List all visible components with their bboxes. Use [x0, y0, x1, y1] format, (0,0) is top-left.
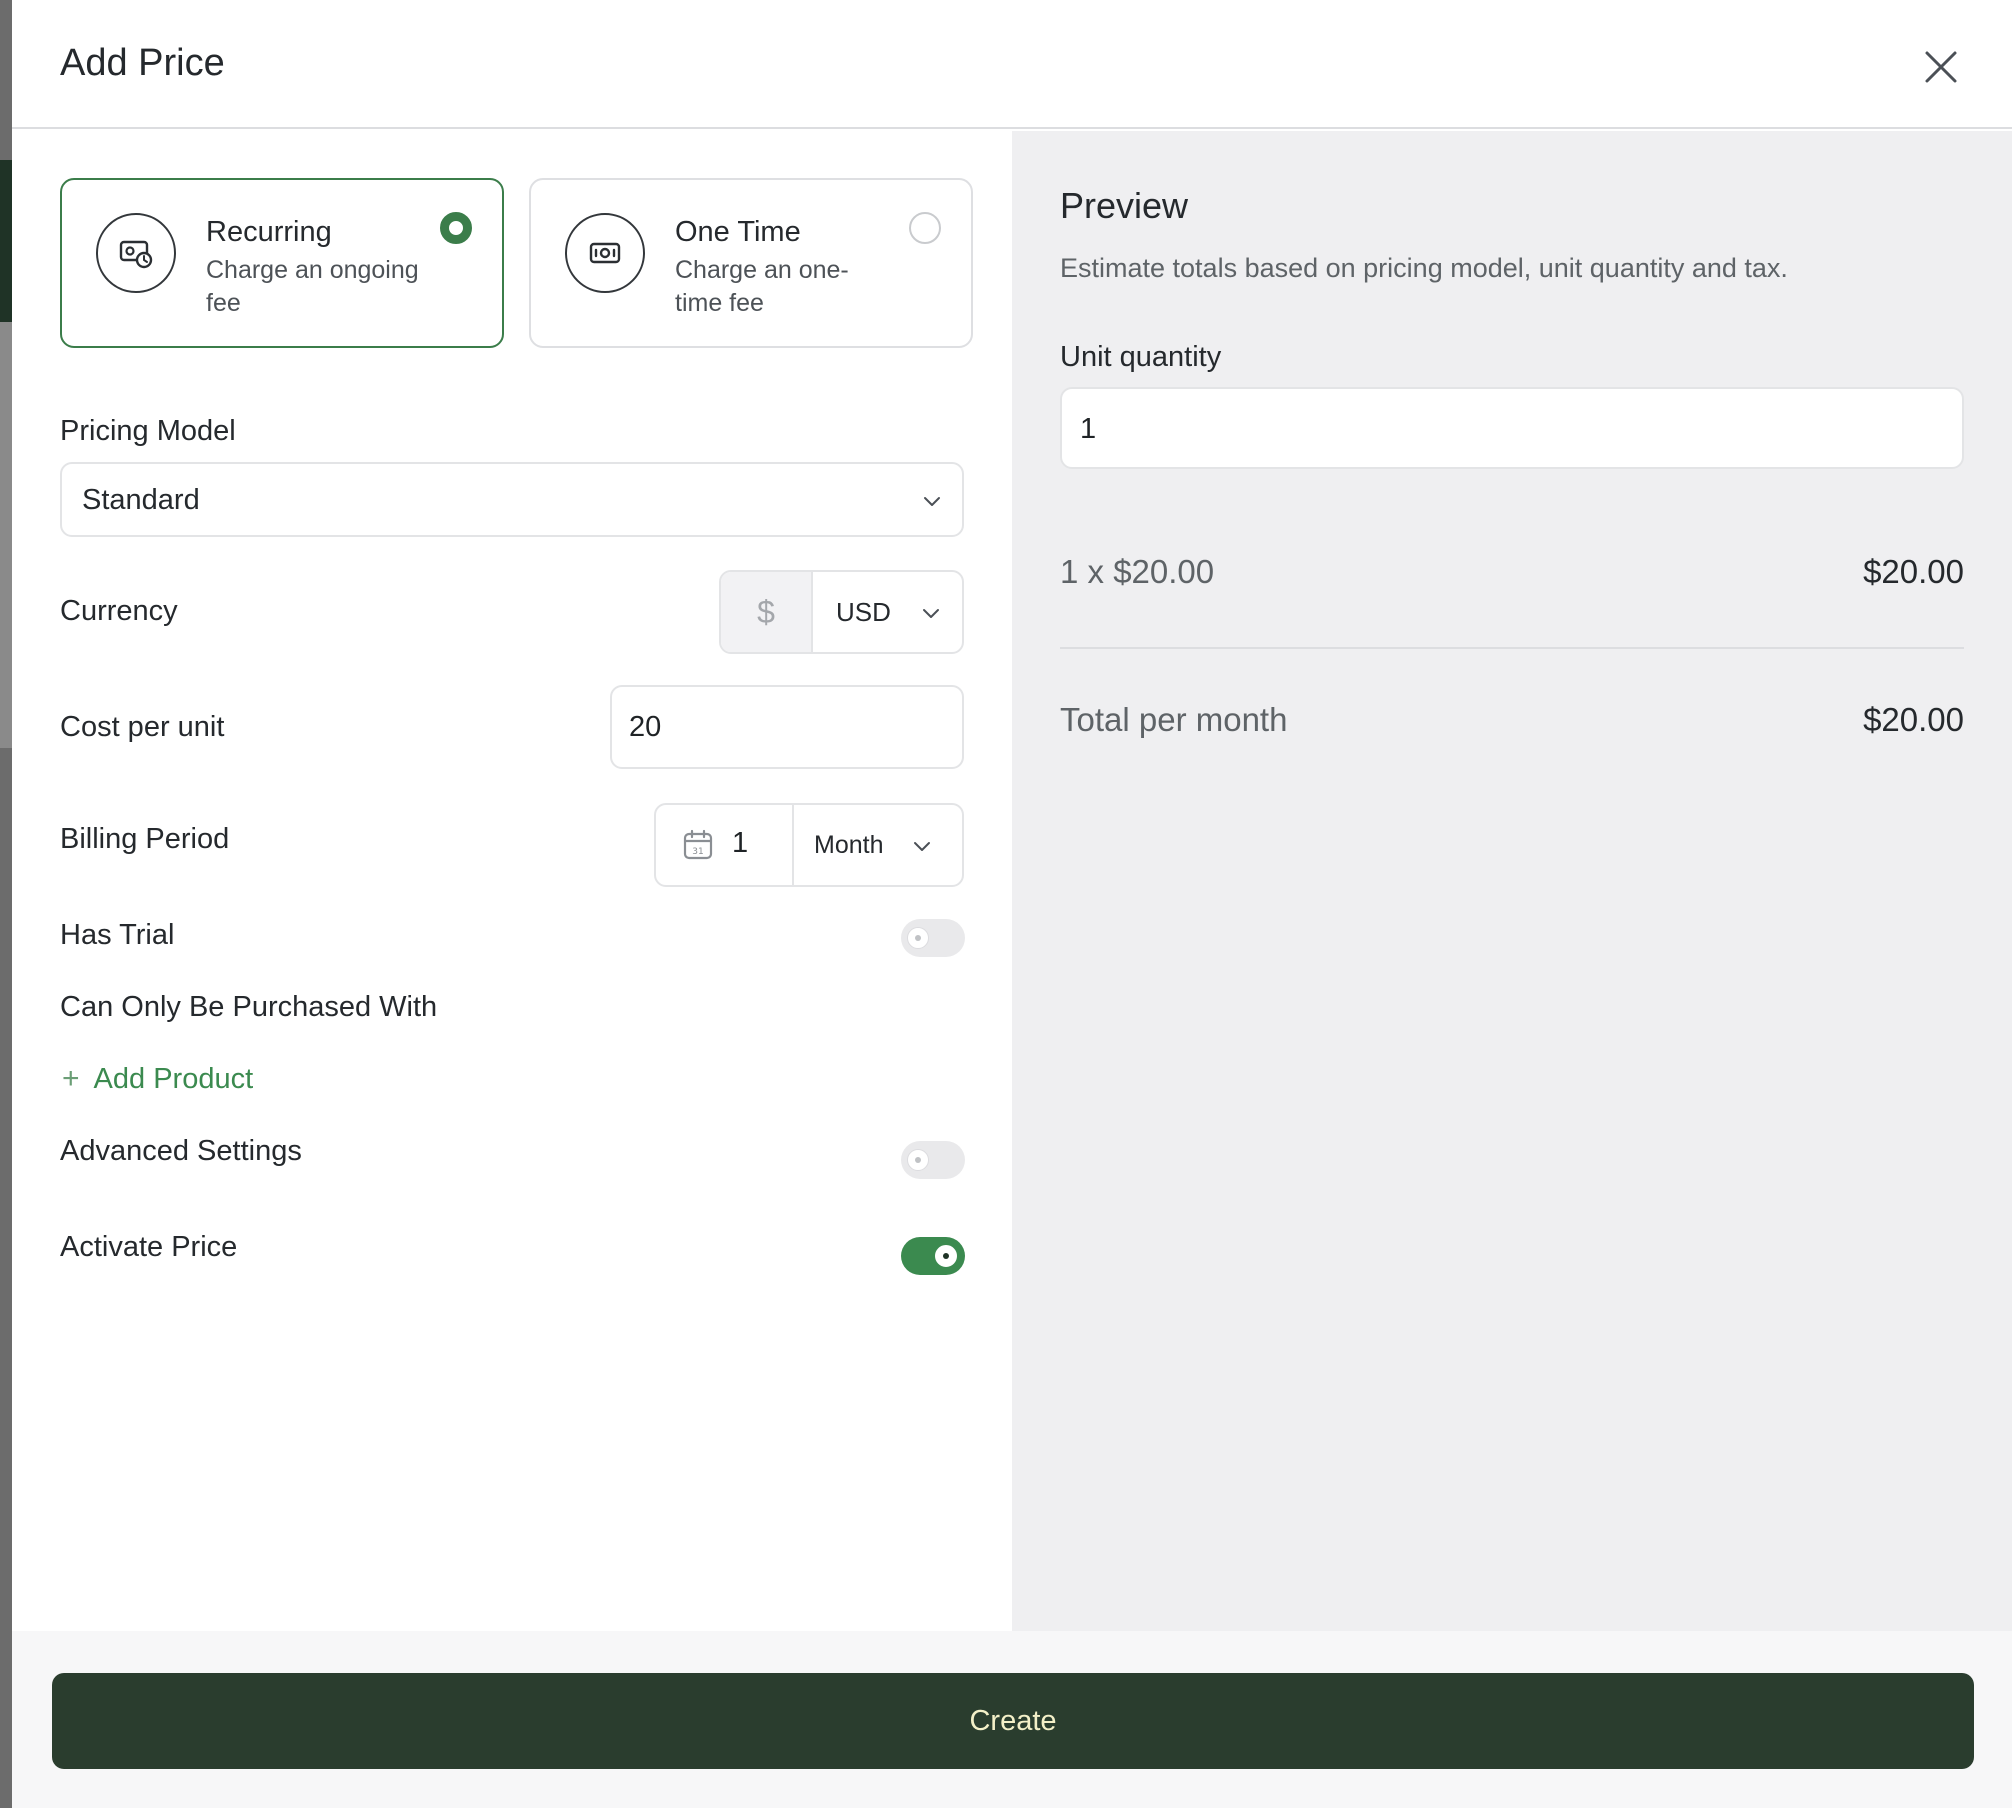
toggle-knob: [935, 1245, 957, 1267]
calendar-icon: 31: [683, 829, 713, 860]
price-type-recurring[interactable]: Recurring Charge an ongoing fee: [60, 178, 504, 348]
close-button[interactable]: [1914, 40, 1968, 94]
plus-icon: +: [62, 1062, 80, 1095]
create-button[interactable]: Create: [52, 1673, 1974, 1769]
preview-divider: [1060, 647, 1964, 649]
add-product-label: Add Product: [93, 1062, 254, 1095]
svg-text:31: 31: [692, 847, 703, 857]
price-type-one-time[interactable]: One Time Charge an one-time fee: [529, 178, 973, 348]
currency-code: USD: [836, 597, 891, 627]
billing-period-label: Billing Period: [60, 823, 230, 855]
line-item-label: 1 x $20.00: [1060, 553, 1215, 590]
line-item-amount: $20.00: [1863, 553, 1964, 590]
total-label: Total per month: [1060, 701, 1288, 738]
price-type-radio[interactable]: [440, 212, 472, 244]
recurring-icon: [96, 213, 176, 293]
price-type-title: Recurring: [206, 216, 332, 248]
unit-quantity-input[interactable]: 1: [1060, 387, 1964, 469]
one-time-icon: [565, 213, 645, 293]
modal-header: Add Price: [12, 0, 2012, 129]
add-price-modal: Add Price Recurring Charge an ongoing fe…: [12, 0, 2012, 1808]
modal-title: Add Price: [60, 42, 225, 84]
chevron-down-icon: [924, 497, 940, 506]
billing-period-unit[interactable]: Month: [814, 831, 883, 860]
activate-price-label: Activate Price: [60, 1231, 238, 1263]
cost-per-unit-input[interactable]: 20: [610, 685, 964, 769]
billing-period-control: 31 1 Month: [654, 803, 964, 887]
modal-footer: Create: [12, 1631, 2012, 1808]
advanced-settings-label: Advanced Settings: [60, 1135, 302, 1167]
toggle-knob: [907, 927, 929, 949]
has-trial-label: Has Trial: [60, 919, 175, 951]
price-type-description: Charge an ongoing fee: [206, 256, 419, 317]
currency-label: Currency: [60, 595, 178, 627]
total-amount: $20.00: [1863, 701, 1964, 738]
cost-per-unit-label: Cost per unit: [60, 711, 225, 743]
chevron-down-icon: [914, 842, 930, 851]
purchase-with-label: Can Only Be Purchased With: [60, 991, 438, 1023]
currency-select[interactable]: $ USD: [719, 570, 964, 654]
cost-per-unit-value: 20: [629, 711, 662, 743]
unit-quantity-label: Unit quantity: [1060, 341, 1222, 373]
price-type-title: One Time: [675, 216, 801, 248]
preview-panel: Preview Estimate totals based on pricing…: [1012, 131, 2012, 1631]
price-type-description: Charge an one-time fee: [675, 256, 849, 317]
preview-title: Preview: [1060, 185, 1189, 226]
has-trial-toggle[interactable]: [901, 919, 965, 957]
currency-symbol: $: [721, 572, 813, 652]
advanced-settings-toggle[interactable]: [901, 1141, 965, 1179]
pricing-model-label: Pricing Model: [60, 415, 236, 447]
billing-period-count-input[interactable]: 31 1: [656, 805, 794, 885]
close-icon: [1925, 51, 1957, 83]
toggle-knob: [907, 1149, 929, 1171]
pricing-model-value: Standard: [82, 484, 200, 516]
unit-quantity-value: 1: [1080, 413, 1097, 445]
form-panel: Recurring Charge an ongoing fee One Time…: [12, 131, 1012, 1631]
pricing-model-select[interactable]: Standard: [60, 462, 964, 537]
chevron-down-icon: [923, 609, 939, 618]
preview-description: Estimate totals based on pricing model, …: [1060, 253, 1788, 283]
price-type-radio[interactable]: [909, 212, 941, 244]
add-product-button[interactable]: + Add Product: [62, 1062, 253, 1096]
billing-period-count: 1: [732, 827, 749, 859]
activate-price-toggle[interactable]: [901, 1237, 965, 1275]
